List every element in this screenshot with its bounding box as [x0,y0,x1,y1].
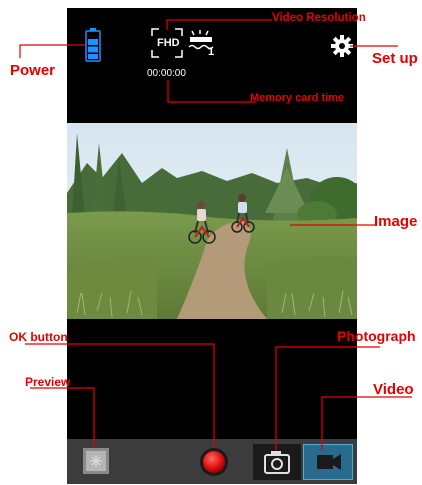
callout-power: Power [10,62,56,79]
camera-preview-image [67,123,357,319]
callout-ok-button: OK button [9,330,68,344]
callout-image: Image [374,213,418,230]
camera-icon [264,451,290,474]
callout-set-up: Set up [372,50,418,67]
photo-mode-tab[interactable] [253,444,301,480]
bottom-black-area [67,319,357,439]
callout-video: Video [373,381,414,398]
top-status-bar [67,8,357,123]
callout-memory-card-time: Memory card time [250,92,345,104]
white-balance-index: 1 [208,46,215,58]
battery-icon [85,28,101,62]
video-mode-tab[interactable] [303,444,353,480]
memory-card-timer: 00:00:00 [147,68,186,79]
gallery-thumbnail-icon[interactable] [82,447,110,475]
callout-photograph: Photograph [337,328,416,344]
video-camera-icon [317,454,341,470]
resolution-label: FHD [157,37,180,49]
gear-icon[interactable] [331,35,353,57]
callout-preview: Preview [25,375,71,389]
callout-video-resolution: Video Resolution [272,12,366,24]
record-button[interactable] [199,447,229,477]
